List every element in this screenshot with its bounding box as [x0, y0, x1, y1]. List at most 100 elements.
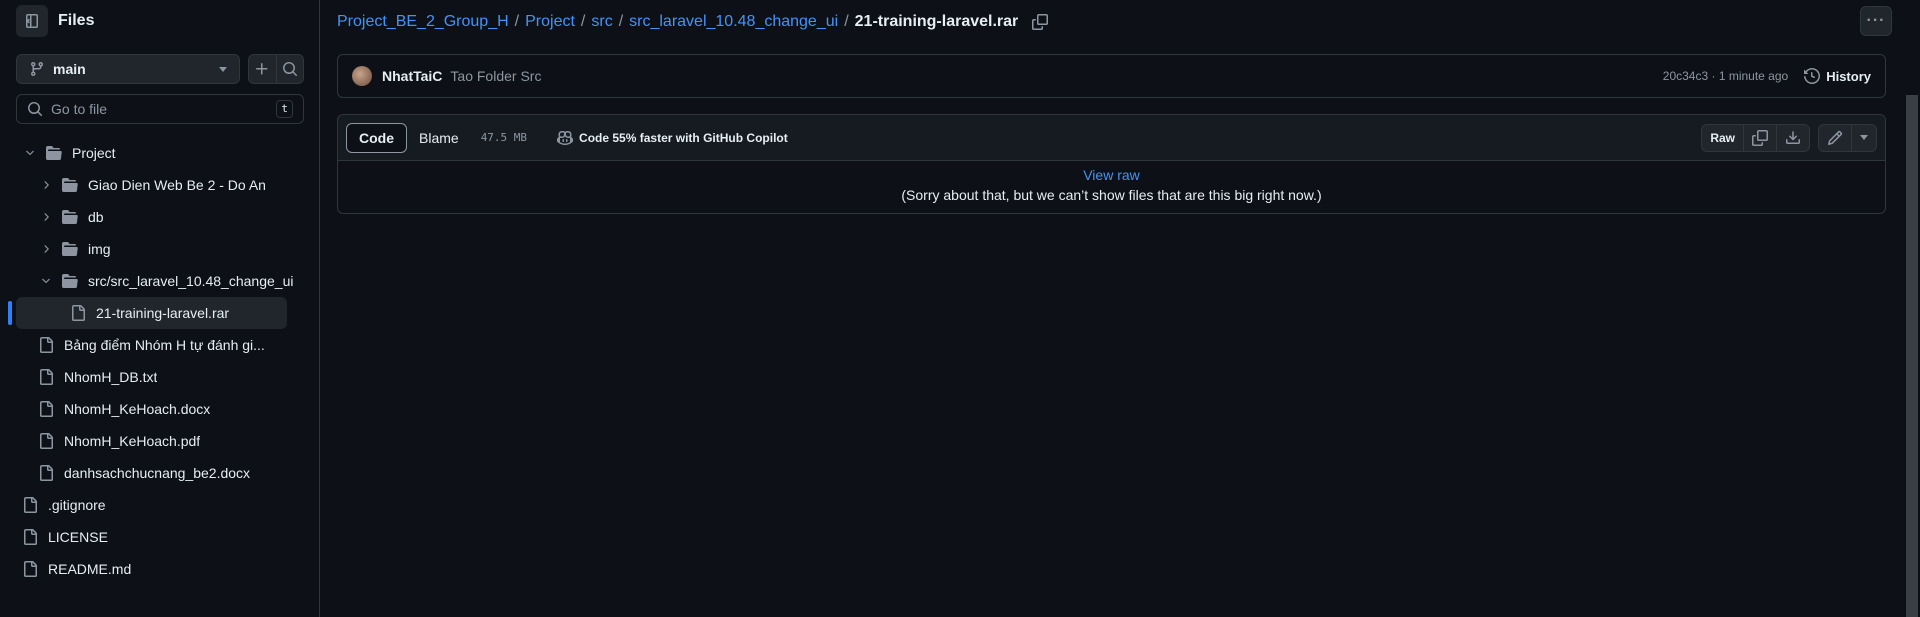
chevron-down-icon[interactable] — [22, 145, 38, 161]
edit-actions — [1818, 123, 1877, 152]
tree-folder[interactable]: img — [0, 233, 320, 265]
copy-path-icon[interactable] — [1032, 14, 1049, 30]
breadcrumb-current-file: 21-training-laravel.rar — [854, 13, 1019, 30]
raw-button[interactable]: Raw — [1702, 125, 1743, 151]
tree-item-label: Bảng điểm Nhóm H tự đánh gi... — [64, 337, 265, 353]
tree-file[interactable]: NhomH_KeHoach.docx — [0, 393, 320, 425]
tree-item-label: Project — [72, 145, 116, 161]
sidebar-header: Files — [16, 5, 95, 37]
add-file-button[interactable] — [249, 55, 276, 83]
tree-item-label: danhsachchucnang_be2.docx — [64, 465, 251, 481]
file-size: 47.5 MB — [480, 131, 528, 144]
breadcrumb-link[interactable]: Project — [525, 13, 575, 31]
tree-folder[interactable]: Project — [0, 137, 320, 169]
copilot-text: Code 55% faster with GitHub Copilot — [579, 130, 788, 145]
git-branch-icon — [29, 61, 45, 77]
tree-folder[interactable]: src/src_laravel_10.48_change_ui — [0, 265, 320, 297]
tree-item-label: LICENSE — [48, 529, 108, 545]
commit-meta[interactable]: 20c34c3 · 1 minute ago — [1663, 69, 1788, 83]
sidebar-title: Files — [58, 12, 95, 29]
tree-file[interactable]: .gitignore — [0, 489, 320, 521]
chevron-down-icon — [219, 66, 227, 72]
latest-commit-bar: NhatTaiC Tao Folder Src 20c34c3 · 1 minu… — [337, 54, 1886, 98]
download-button[interactable] — [1776, 124, 1809, 151]
tree-file[interactable]: danhsachchucnang_be2.docx — [0, 457, 320, 489]
tree-folder[interactable]: db — [0, 201, 320, 233]
file-icon — [22, 561, 38, 577]
file-icon — [38, 433, 54, 449]
tree-file[interactable]: README.md — [0, 553, 320, 585]
breadcrumb: Project_BE_2_Group_H / Project / src / src_lar… — [337, 10, 1049, 34]
search-icon — [27, 101, 43, 117]
tree-item-label: .gitignore — [48, 497, 106, 513]
sidebar-collapse-icon — [26, 14, 38, 28]
go-to-file-input[interactable]: Go to file t — [16, 94, 304, 124]
copy-raw-button[interactable] — [1743, 124, 1776, 151]
file-body: View raw (Sorry about that, but we can’t… — [338, 161, 1885, 205]
folder-open-icon — [62, 273, 78, 289]
tree-item-label: src/src_laravel_10.48_change_ui — [88, 273, 294, 289]
view-raw-link[interactable]: View raw — [338, 165, 1885, 185]
tree-item-label: NhomH_DB.txt — [64, 369, 158, 385]
collapse-sidebar-button[interactable] — [16, 5, 48, 37]
breadcrumb-separator: / — [514, 13, 520, 30]
tree-item-label: README.md — [48, 561, 132, 577]
tree-file[interactable]: 21-training-laravel.rar — [0, 297, 320, 329]
commit-message[interactable]: Tao Folder Src — [450, 68, 541, 84]
file-toolbar: Code Blame 47.5 MB Code 55% faster with … — [338, 115, 1885, 161]
edit-button[interactable] — [1819, 125, 1851, 151]
tree-item-label: NhomH_KeHoach.docx — [64, 401, 211, 417]
pencil-icon — [1827, 130, 1843, 145]
breadcrumb-link[interactable]: src_laravel_10.48_change_ui — [629, 13, 838, 31]
tree-file[interactable]: LICENSE — [0, 521, 320, 553]
history-icon — [1804, 68, 1821, 84]
tree-file[interactable]: Bảng điểm Nhóm H tự đánh gi... — [0, 329, 320, 361]
tab-blame[interactable]: Blame — [407, 123, 471, 153]
file-icon — [70, 305, 86, 321]
file-tree: Project Giao Dien Web Be 2 - Do An db img sr… — [0, 137, 320, 585]
avatar[interactable] — [352, 66, 372, 86]
tree-item-label: img — [88, 241, 111, 257]
more-options-button[interactable]: ··· — [1860, 6, 1892, 36]
tree-item-label: NhomH_KeHoach.pdf — [64, 433, 201, 449]
breadcrumb-link[interactable]: src — [591, 13, 612, 31]
folder-icon — [62, 241, 78, 257]
view-tabs: Code Blame — [346, 122, 471, 153]
tab-code[interactable]: Code — [346, 122, 407, 153]
chevron-right-icon[interactable] — [38, 241, 54, 257]
history-label: History — [1826, 68, 1871, 84]
main-content: Project_BE_2_Group_H / Project / src / src_lar… — [320, 0, 1920, 617]
history-button[interactable]: History — [1804, 68, 1871, 84]
selection-indicator — [8, 301, 12, 325]
branch-row: main — [16, 54, 304, 84]
commit-author[interactable]: NhatTaiC — [382, 68, 442, 84]
sidebar-actions — [248, 54, 304, 84]
chevron-right-icon[interactable] — [38, 209, 54, 225]
folder-icon — [62, 209, 78, 225]
chevron-down-icon[interactable] — [38, 273, 54, 289]
file-icon — [22, 497, 38, 513]
file-icon — [38, 401, 54, 417]
file-viewer: Code Blame 47.5 MB Code 55% faster with … — [337, 114, 1886, 214]
branch-name: main — [53, 61, 86, 77]
chevron-down-icon — [1860, 135, 1868, 140]
page-scrollbar[interactable] — [1906, 95, 1918, 617]
tree-folder[interactable]: Giao Dien Web Be 2 - Do An — [0, 169, 320, 201]
file-too-large-message: (Sorry about that, but we can’t show fil… — [901, 187, 1322, 203]
copilot-promo[interactable]: Code 55% faster with GitHub Copilot — [557, 130, 788, 146]
branch-selector[interactable]: main — [16, 54, 240, 84]
edit-dropdown-button[interactable] — [1851, 124, 1876, 151]
tree-file[interactable]: NhomH_KeHoach.pdf — [0, 425, 320, 457]
breadcrumb-separator: / — [844, 13, 849, 30]
file-actions: Raw — [1701, 123, 1877, 152]
file-icon — [22, 529, 38, 545]
file-icon — [38, 337, 54, 353]
chevron-right-icon[interactable] — [38, 177, 54, 193]
download-icon — [1786, 130, 1800, 144]
breadcrumb-link[interactable]: Project_BE_2_Group_H — [337, 13, 509, 31]
copy-icon — [1752, 129, 1768, 146]
search-code-button[interactable] — [275, 55, 303, 83]
raw-actions: Raw — [1701, 123, 1810, 152]
tree-file[interactable]: NhomH_DB.txt — [0, 361, 320, 393]
kebab-icon: ··· — [1866, 12, 1886, 29]
